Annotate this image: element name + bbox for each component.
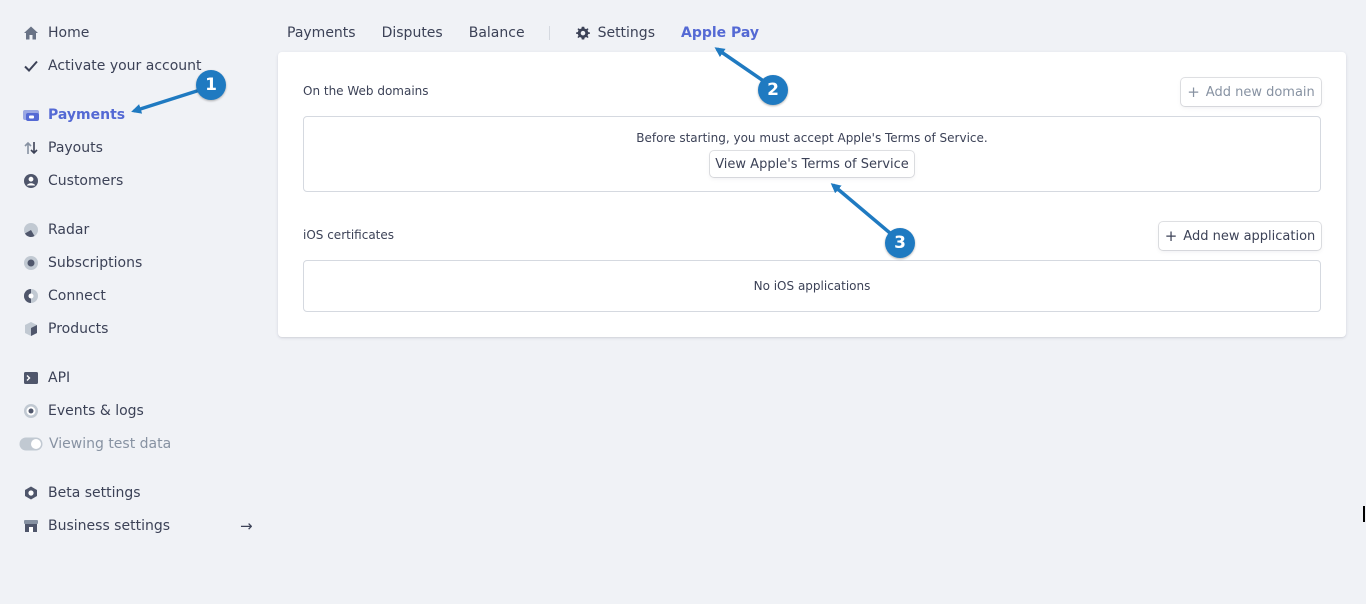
add-new-domain-button[interactable]: + Add new domain bbox=[1181, 78, 1321, 106]
sidebar-item-api[interactable]: API bbox=[22, 366, 70, 390]
store-icon bbox=[22, 517, 40, 535]
sidebar-item-label: Events & logs bbox=[48, 403, 144, 419]
plus-icon: + bbox=[1187, 83, 1200, 101]
subscriptions-icon bbox=[22, 254, 40, 272]
tab-divider bbox=[548, 26, 550, 40]
sidebar-item-subscriptions[interactable]: Subscriptions bbox=[22, 251, 142, 275]
gear-icon bbox=[575, 26, 590, 40]
view-terms-label: View Apple's Terms of Service bbox=[715, 156, 909, 172]
tab-disputes[interactable]: Disputes bbox=[382, 25, 443, 41]
web-domains-box: Before starting, you must accept Apple's… bbox=[303, 116, 1321, 192]
sidebar-item-label: Business settings bbox=[48, 518, 171, 534]
view-terms-button[interactable]: View Apple's Terms of Service bbox=[710, 151, 914, 177]
customer-icon bbox=[22, 172, 40, 190]
sidebar-item-label: Activate your account bbox=[48, 58, 202, 74]
checkmark-icon bbox=[22, 57, 40, 75]
sidebar-item-label: Home bbox=[48, 25, 90, 41]
arrow-right-icon[interactable]: → bbox=[240, 517, 253, 535]
payments-icon bbox=[22, 106, 40, 124]
tab-payments[interactable]: Payments bbox=[287, 25, 356, 41]
ios-applications-box: No iOS applications bbox=[303, 260, 1321, 312]
text-cursor bbox=[1363, 506, 1365, 522]
sidebar-item-events-logs[interactable]: Events & logs bbox=[22, 399, 144, 423]
sidebar-item-products[interactable]: Products bbox=[22, 317, 108, 341]
tab-balance[interactable]: Balance bbox=[469, 25, 525, 41]
settings-tabs: Payments Disputes Balance Settings Apple… bbox=[287, 22, 759, 44]
connect-icon bbox=[22, 287, 40, 305]
events-icon bbox=[22, 402, 40, 420]
sidebar-item-payments[interactable]: Payments bbox=[22, 103, 125, 127]
terminal-icon bbox=[22, 369, 40, 387]
sidebar-item-label: Radar bbox=[48, 222, 90, 238]
tab-apple-pay[interactable]: Apple Pay bbox=[681, 25, 759, 41]
sidebar-item-label: Connect bbox=[48, 288, 106, 304]
annotation-badge-1: 1 bbox=[196, 70, 226, 100]
sidebar-item-label: API bbox=[48, 370, 71, 386]
sidebar-item-label: Payments bbox=[48, 107, 126, 123]
sidebar-item-activate-account[interactable]: Activate your account bbox=[22, 54, 202, 78]
annotation-badge-3: 3 bbox=[885, 228, 915, 258]
no-ios-applications-text: No iOS applications bbox=[753, 279, 871, 293]
sidebar-item-label: Beta settings bbox=[48, 485, 141, 501]
terms-message: Before starting, you must accept Apple's… bbox=[636, 131, 988, 145]
hexagon-icon bbox=[22, 484, 40, 502]
sidebar-item-beta-settings[interactable]: Beta settings bbox=[22, 481, 141, 505]
add-new-domain-label: Add new domain bbox=[1205, 84, 1315, 100]
toggle-icon[interactable] bbox=[19, 435, 43, 453]
sidebar-item-label: Viewing test data bbox=[49, 436, 172, 452]
tab-settings[interactable]: Settings bbox=[575, 25, 655, 41]
tab-settings-label: Settings bbox=[597, 25, 655, 41]
sidebar-item-label: Payouts bbox=[48, 140, 103, 156]
sidebar-item-label: Products bbox=[48, 321, 109, 337]
payouts-icon bbox=[22, 139, 40, 157]
sidebar-item-connect[interactable]: Connect bbox=[22, 284, 106, 308]
sidebar: Home Activate your account Payments Payo… bbox=[0, 0, 270, 604]
box-icon bbox=[22, 320, 40, 338]
sidebar-item-home[interactable]: Home bbox=[22, 21, 89, 45]
sidebar-item-business-settings[interactable]: Business settings bbox=[22, 514, 170, 538]
web-domains-title: On the Web domains bbox=[303, 84, 429, 98]
home-icon bbox=[22, 24, 40, 42]
annotation-badge-2: 2 bbox=[758, 75, 788, 105]
sidebar-item-customers[interactable]: Customers bbox=[22, 169, 123, 193]
radar-icon bbox=[22, 221, 40, 239]
add-new-application-label: Add new application bbox=[1183, 228, 1316, 244]
sidebar-item-payouts[interactable]: Payouts bbox=[22, 136, 103, 160]
plus-icon: + bbox=[1164, 227, 1178, 245]
sidebar-item-radar[interactable]: Radar bbox=[22, 218, 89, 242]
sidebar-item-label: Customers bbox=[48, 173, 124, 189]
ios-certificates-title: iOS certificates bbox=[303, 228, 395, 242]
sidebar-item-label: Subscriptions bbox=[48, 255, 143, 271]
sidebar-item-viewing-test-data[interactable]: Viewing test data bbox=[19, 432, 172, 456]
apple-pay-card: On the Web domains + Add new domain Befo… bbox=[278, 52, 1346, 337]
add-new-application-button[interactable]: + Add new application bbox=[1159, 222, 1321, 250]
